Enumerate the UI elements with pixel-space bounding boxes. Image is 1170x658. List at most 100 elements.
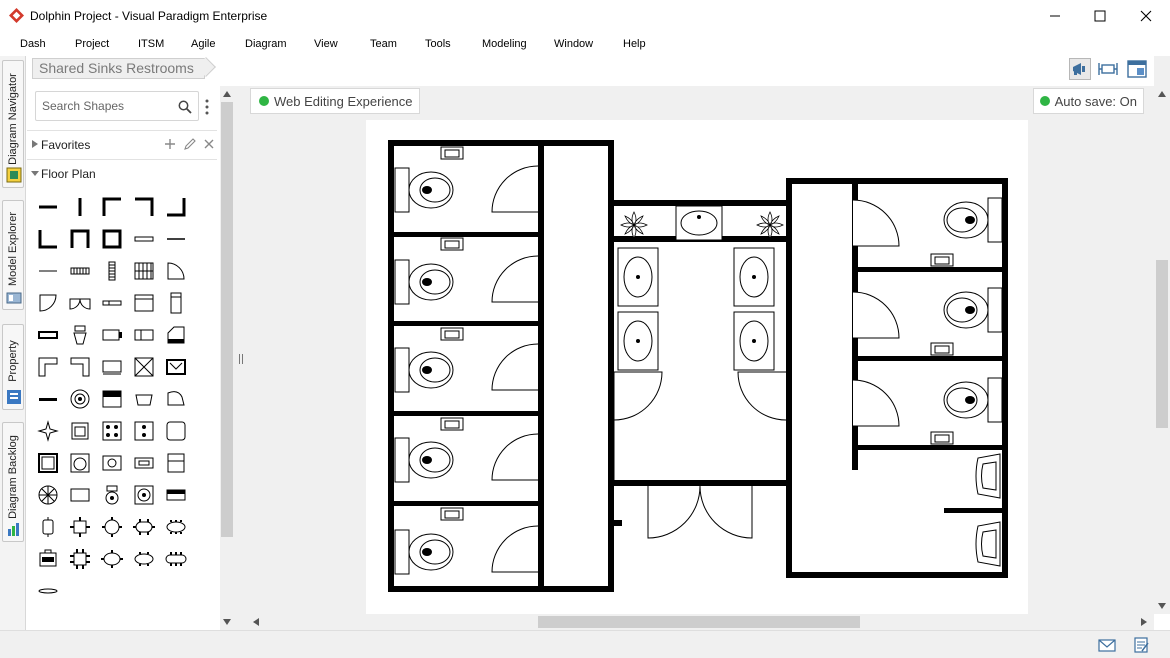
shape-rug[interactable] <box>67 482 93 508</box>
shape-desk[interactable] <box>131 322 157 348</box>
web-editing-badge[interactable]: Web Editing Experience <box>250 88 420 114</box>
shape-sofa-corner[interactable] <box>35 354 61 380</box>
shape-wall-corner-tr[interactable] <box>131 194 157 220</box>
tab-property[interactable]: Property <box>2 324 24 410</box>
shape-washer[interactable] <box>131 450 157 476</box>
menu-team[interactable]: Team <box>370 38 397 50</box>
tab-model-explorer[interactable]: Model Explorer <box>2 200 24 310</box>
shape-bathtub[interactable] <box>131 386 157 412</box>
remove-icon[interactable] <box>202 137 216 151</box>
palette-scroll-thumb[interactable] <box>221 102 233 537</box>
shape-fan[interactable] <box>35 482 61 508</box>
shape-bookshelf[interactable] <box>163 290 189 316</box>
menu-tools[interactable]: Tools <box>425 38 451 50</box>
vertical-scroll-thumb[interactable] <box>1156 260 1168 428</box>
announcement-button[interactable] <box>1069 58 1091 80</box>
canvas-horizontal-scrollbar[interactable] <box>248 614 1154 630</box>
shape-table-4-chairs[interactable] <box>67 514 93 540</box>
menu-dash[interactable]: Dash <box>20 38 46 50</box>
shape-door-single[interactable] <box>35 290 61 316</box>
shape-table-capsule[interactable] <box>163 546 189 572</box>
shape-sink-round[interactable] <box>67 450 93 476</box>
shape-table-oval-6[interactable] <box>131 546 157 572</box>
scroll-up-icon[interactable] <box>1156 88 1168 100</box>
shape-wall-corner-bl[interactable] <box>35 226 61 252</box>
shape-armchair[interactable] <box>67 418 93 444</box>
mail-icon[interactable] <box>1098 637 1116 653</box>
minimize-button[interactable] <box>1032 0 1078 32</box>
shape-stairs-block[interactable] <box>131 258 157 284</box>
add-icon[interactable] <box>163 137 177 151</box>
horizontal-scroll-thumb[interactable] <box>538 616 860 628</box>
shape-sofa-l[interactable] <box>67 354 93 380</box>
menu-project[interactable]: Project <box>75 38 109 50</box>
menu-help[interactable]: Help <box>623 38 646 50</box>
shape-opening[interactable] <box>35 258 61 284</box>
shape-wall-vertical[interactable] <box>67 194 93 220</box>
layout-view-button[interactable] <box>1126 58 1148 80</box>
shape-stairs-vertical[interactable] <box>99 258 125 284</box>
breadcrumb[interactable]: Shared Sinks Restrooms <box>32 58 205 79</box>
shape-cabinet[interactable] <box>131 290 157 316</box>
shape-door-swing[interactable] <box>163 258 189 284</box>
menu-agile[interactable]: Agile <box>191 38 215 50</box>
shape-room[interactable] <box>99 226 125 252</box>
shape-sink-double[interactable] <box>99 450 125 476</box>
shape-toilet-top[interactable] <box>99 482 125 508</box>
fit-diagram-button[interactable] <box>1097 58 1119 80</box>
shape-cooktop-4[interactable] <box>99 418 125 444</box>
shape-wall-horizontal[interactable] <box>35 194 61 220</box>
shape-piano[interactable] <box>163 322 189 348</box>
shape-dryer[interactable] <box>131 482 157 508</box>
shape-fridge[interactable] <box>163 450 189 476</box>
palette-scrollbar[interactable] <box>220 86 234 630</box>
shape-crate[interactable] <box>131 354 157 380</box>
shape-wall-thin[interactable] <box>163 226 189 252</box>
shape-toilet-front[interactable] <box>67 322 93 348</box>
shape-door-double[interactable] <box>67 290 93 316</box>
shape-wall-corner-br[interactable] <box>163 194 189 220</box>
notes-icon[interactable] <box>1132 637 1150 653</box>
shape-wall-u[interactable] <box>67 226 93 252</box>
menu-itsm[interactable]: ITSM <box>138 38 164 50</box>
shape-bed[interactable] <box>99 386 125 412</box>
more-options-icon[interactable] <box>204 98 210 116</box>
menu-modeling[interactable]: Modeling <box>482 38 527 50</box>
shape-stairs-horizontal[interactable] <box>67 258 93 284</box>
diagram-canvas[interactable]: Web Editing Experience Auto save: On <box>248 86 1154 614</box>
canvas-vertical-scrollbar[interactable] <box>1154 56 1170 614</box>
shape-sliding-door[interactable] <box>99 290 125 316</box>
scroll-down-icon[interactable] <box>1156 600 1168 612</box>
search-input[interactable] <box>42 98 172 114</box>
shape-bench[interactable] <box>35 386 61 412</box>
scroll-up-icon[interactable] <box>221 88 233 100</box>
scroll-left-icon[interactable] <box>250 616 262 628</box>
section-favorites[interactable]: Favorites <box>27 130 217 157</box>
maximize-button[interactable] <box>1077 0 1123 32</box>
shape-printer[interactable] <box>163 482 189 508</box>
section-floor-plan[interactable]: Floor Plan <box>27 159 217 186</box>
shape-window[interactable] <box>131 226 157 252</box>
shape-oval-table-8[interactable] <box>163 514 189 540</box>
shape-stove[interactable] <box>99 322 125 348</box>
shape-line-thin[interactable] <box>35 578 61 604</box>
shape-sink-rect[interactable] <box>163 354 189 380</box>
shape-mirror[interactable] <box>163 418 189 444</box>
restroom-floor-plan[interactable] <box>366 120 1028 614</box>
tab-diagram-backlog[interactable]: Diagram Backlog <box>2 422 24 542</box>
menu-window[interactable]: Window <box>554 38 593 50</box>
shape-shower[interactable] <box>35 450 61 476</box>
shape-wall-corner-tl[interactable] <box>99 194 125 220</box>
shape-counter[interactable] <box>35 322 61 348</box>
shape-cooktop-2[interactable] <box>131 418 157 444</box>
panel-splitter[interactable] <box>234 86 248 630</box>
close-button[interactable] <box>1123 0 1169 32</box>
shape-chair-single[interactable] <box>35 514 61 540</box>
shape-tv[interactable] <box>99 354 125 380</box>
splitter-grip[interactable] <box>239 354 243 364</box>
shape-plant[interactable] <box>35 418 61 444</box>
menu-diagram[interactable]: Diagram <box>245 38 287 50</box>
shape-round-table[interactable] <box>67 386 93 412</box>
autosave-badge[interactable]: Auto save: On <box>1032 88 1144 114</box>
shape-table-oval-4[interactable] <box>99 546 125 572</box>
